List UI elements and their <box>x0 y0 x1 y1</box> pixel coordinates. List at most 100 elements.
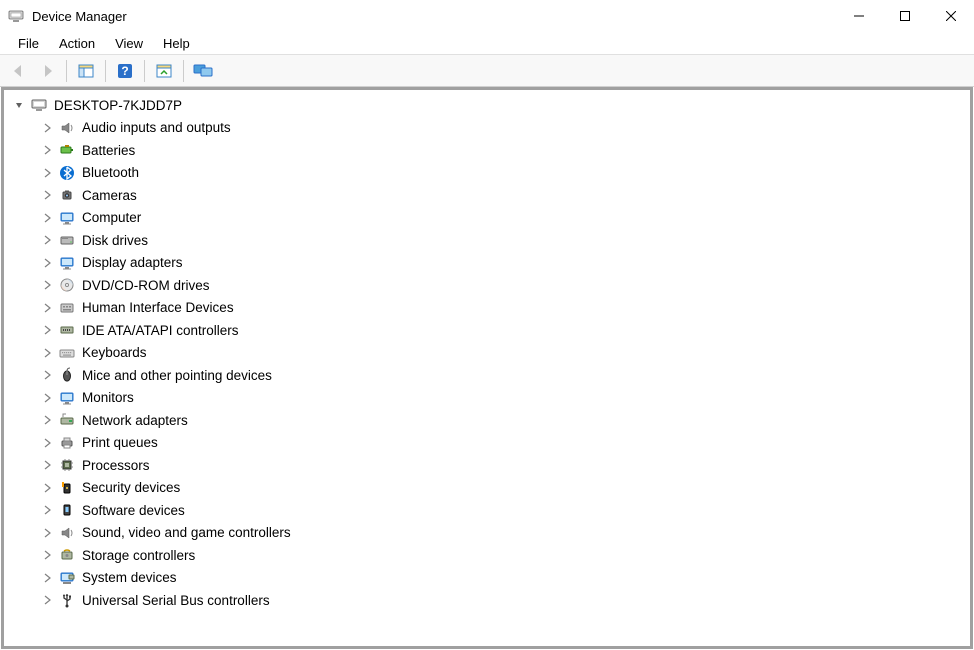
tree-node-label: Batteries <box>82 143 135 158</box>
tree-root[interactable]: DESKTOP-7KJDD7P <box>4 94 970 117</box>
chevron-right-icon[interactable] <box>40 526 54 540</box>
toolbar-separator <box>66 60 67 82</box>
chevron-right-icon[interactable] <box>40 143 54 157</box>
chevron-right-icon[interactable] <box>40 188 54 202</box>
tree-node-label: Software devices <box>82 503 185 518</box>
tree-node-label: Security devices <box>82 480 180 495</box>
menu-action[interactable]: Action <box>49 34 105 53</box>
tree-node[interactable]: DVD/CD-ROM drives <box>4 274 970 297</box>
security-icon <box>58 479 76 497</box>
forward-button[interactable] <box>34 58 60 84</box>
tree-node-label: Storage controllers <box>82 548 195 563</box>
tree-node[interactable]: Audio inputs and outputs <box>4 117 970 140</box>
menu-file[interactable]: File <box>8 34 49 53</box>
printer-icon <box>58 434 76 452</box>
tree-node-label: Monitors <box>82 390 134 405</box>
tree-node-label: Computer <box>82 210 141 225</box>
tree-node-label: Audio inputs and outputs <box>82 120 231 135</box>
tree-node[interactable]: Software devices <box>4 499 970 522</box>
tree-node[interactable]: IDE ATA/ATAPI controllers <box>4 319 970 342</box>
menu-help[interactable]: Help <box>153 34 200 53</box>
chevron-right-icon[interactable] <box>40 278 54 292</box>
tree-node[interactable]: Human Interface Devices <box>4 297 970 320</box>
monitor-icon <box>58 254 76 272</box>
tree-node[interactable]: Universal Serial Bus controllers <box>4 589 970 612</box>
tree-node-label: Mice and other pointing devices <box>82 368 272 383</box>
hid-icon <box>58 299 76 317</box>
tree-node-label: Universal Serial Bus controllers <box>82 593 270 608</box>
chevron-right-icon[interactable] <box>40 368 54 382</box>
chevron-right-icon[interactable] <box>40 211 54 225</box>
help-button[interactable]: ? <box>112 58 138 84</box>
tree-node-label: Sound, video and game controllers <box>82 525 291 540</box>
keyboard-icon <box>58 344 76 362</box>
maximize-button[interactable] <box>882 0 928 32</box>
tree-node[interactable]: Storage controllers <box>4 544 970 567</box>
tree-node-label: Network adapters <box>82 413 188 428</box>
tree-node-label: System devices <box>82 570 177 585</box>
chevron-right-icon[interactable] <box>40 256 54 270</box>
tree-node[interactable]: Cameras <box>4 184 970 207</box>
camera-icon <box>58 186 76 204</box>
chevron-right-icon[interactable] <box>40 166 54 180</box>
tree-node-label: Cameras <box>82 188 137 203</box>
tree-node[interactable]: Network adapters <box>4 409 970 432</box>
tree-node[interactable]: Sound, video and game controllers <box>4 522 970 545</box>
chevron-right-icon[interactable] <box>40 391 54 405</box>
bluetooth-icon <box>58 164 76 182</box>
cpu-icon <box>58 456 76 474</box>
tree-node[interactable]: Security devices <box>4 477 970 500</box>
showhide-tree-button[interactable] <box>73 58 99 84</box>
tree-node[interactable]: Keyboards <box>4 342 970 365</box>
computer-icon <box>30 96 48 114</box>
chevron-right-icon[interactable] <box>40 301 54 315</box>
tree-root-label: DESKTOP-7KJDD7P <box>54 98 182 113</box>
view-monitors-button[interactable] <box>190 58 216 84</box>
properties-button[interactable] <box>151 58 177 84</box>
tree-node[interactable]: Bluetooth <box>4 162 970 185</box>
tree-node[interactable]: Computer <box>4 207 970 230</box>
minimize-button[interactable] <box>836 0 882 32</box>
ide-icon <box>58 321 76 339</box>
back-button[interactable] <box>6 58 32 84</box>
window-title: Device Manager <box>32 9 127 24</box>
chevron-right-icon[interactable] <box>40 481 54 495</box>
tree-node[interactable]: Display adapters <box>4 252 970 275</box>
chevron-right-icon[interactable] <box>40 548 54 562</box>
chevron-right-icon[interactable] <box>40 571 54 585</box>
chevron-right-icon[interactable] <box>40 436 54 450</box>
toolbar-separator <box>144 60 145 82</box>
menu-view[interactable]: View <box>105 34 153 53</box>
chevron-right-icon[interactable] <box>40 413 54 427</box>
speaker-icon <box>58 524 76 542</box>
chevron-down-icon[interactable] <box>12 98 26 112</box>
tree-node-label: IDE ATA/ATAPI controllers <box>82 323 239 338</box>
tree-node[interactable]: Batteries <box>4 139 970 162</box>
tree-node[interactable]: Mice and other pointing devices <box>4 364 970 387</box>
chevron-right-icon[interactable] <box>40 458 54 472</box>
chevron-right-icon[interactable] <box>40 121 54 135</box>
tree-node-label: Human Interface Devices <box>82 300 234 315</box>
tree-node-label: Display adapters <box>82 255 183 270</box>
disk-icon <box>58 231 76 249</box>
tree-node[interactable]: System devices <box>4 567 970 590</box>
tree-node[interactable]: Print queues <box>4 432 970 455</box>
system-icon <box>58 569 76 587</box>
chevron-right-icon[interactable] <box>40 503 54 517</box>
window-controls <box>836 0 974 32</box>
chevron-right-icon[interactable] <box>40 593 54 607</box>
close-button[interactable] <box>928 0 974 32</box>
battery-icon <box>58 141 76 159</box>
tree-node[interactable]: Monitors <box>4 387 970 410</box>
chevron-right-icon[interactable] <box>40 233 54 247</box>
tree-node[interactable]: Processors <box>4 454 970 477</box>
tree-pane[interactable]: DESKTOP-7KJDD7P Audio inputs and outputs… <box>1 87 973 649</box>
tree-node-label: Print queues <box>82 435 158 450</box>
toolbar-separator <box>105 60 106 82</box>
tree-node[interactable]: Disk drives <box>4 229 970 252</box>
svg-text:?: ? <box>121 64 128 78</box>
chevron-right-icon[interactable] <box>40 346 54 360</box>
tree-node-label: Keyboards <box>82 345 147 360</box>
chevron-right-icon[interactable] <box>40 323 54 337</box>
tree-node-label: DVD/CD-ROM drives <box>82 278 210 293</box>
